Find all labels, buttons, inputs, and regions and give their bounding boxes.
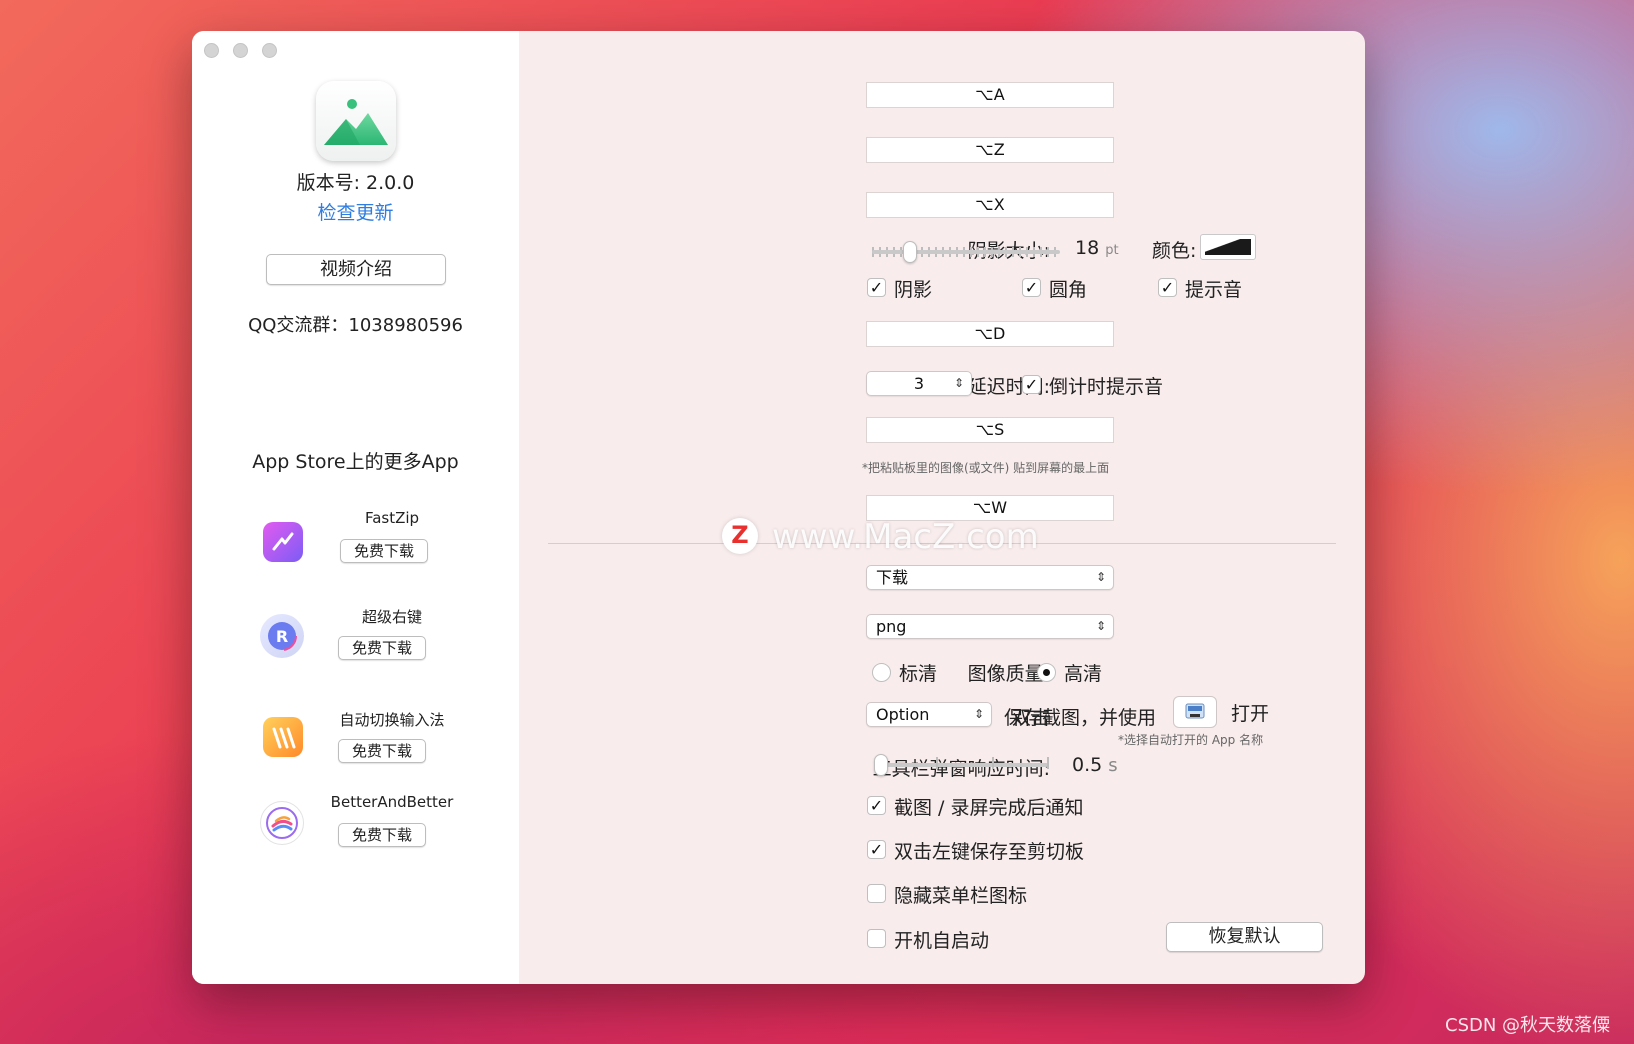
- slider-tick: [1047, 757, 1049, 769]
- toolbar-delay-unit: s: [1108, 755, 1118, 776]
- round-corner-checkbox-label: 圆角: [1049, 279, 1088, 301]
- minimize-window-button[interactable]: [233, 43, 248, 58]
- double-click-key-value: Option: [876, 705, 930, 724]
- quality-sd-radio[interactable]: [872, 663, 891, 682]
- open-note: *选择自动打开的 App 名称: [1118, 733, 1264, 747]
- chevron-updown-icon: ⇕: [1095, 570, 1106, 584]
- swirl-icon: [266, 807, 298, 839]
- autostart-label: 开机自启动: [894, 930, 990, 952]
- quality-label: 图像质量:: [967, 663, 1050, 685]
- select-area-shortcut-field[interactable]: ⌥A: [866, 82, 1114, 108]
- shadow-color-well[interactable]: [1200, 234, 1256, 260]
- close-window-button[interactable]: [204, 43, 219, 58]
- stepper-arrows-icon[interactable]: ⇕: [954, 372, 964, 395]
- lightning-icon: [272, 532, 294, 551]
- sound-checkbox[interactable]: ✓: [1158, 278, 1177, 297]
- hide-menu-icon-checkbox[interactable]: [867, 884, 886, 903]
- betterandbetter-download-button[interactable]: 免费下载: [338, 823, 426, 847]
- watermark-logo-letter: Z: [731, 521, 749, 549]
- delay-time-stepper[interactable]: 3 ⇕: [866, 371, 972, 396]
- shadow-size-value: 18 pt: [1075, 237, 1119, 259]
- save-path-value: 下载: [876, 568, 909, 587]
- shadow-checkbox-label: 阴影: [894, 279, 933, 301]
- slider-tick: [936, 757, 938, 769]
- countdown-sound-checkbox[interactable]: ✓: [1022, 375, 1041, 394]
- more-apps-title: App Store上的更多App: [252, 451, 459, 473]
- sound-checkbox-label: 提示音: [1185, 279, 1243, 301]
- mountain-image-icon: [324, 99, 388, 145]
- fastzip-download-button[interactable]: 免费下载: [340, 539, 428, 563]
- double-click-key-select[interactable]: Option ⇕: [866, 702, 992, 727]
- notify-checkbox[interactable]: ✓: [867, 796, 886, 815]
- countdown-sound-label: 倒计时提示音: [1049, 376, 1164, 398]
- app-name-betterandbetter: BetterAndBetter: [330, 793, 454, 811]
- r-letter-icon: R: [267, 621, 297, 651]
- open-text: 打开: [1231, 703, 1270, 725]
- save-path-select[interactable]: 下载 ⇕: [866, 565, 1114, 590]
- autostart-checkbox[interactable]: [867, 929, 886, 948]
- check-update-link[interactable]: 检查更新: [192, 198, 519, 225]
- app-name-fastzip: FastZip: [364, 509, 420, 527]
- format-select[interactable]: png ⇕: [866, 614, 1114, 639]
- app-name-input-switcher: 自动切换输入法: [339, 711, 445, 729]
- shadow-size-slider[interactable]: [872, 250, 1060, 254]
- toolbar-delay-slider-knob[interactable]: [874, 754, 888, 776]
- hide-menu-icon-label: 隐藏菜单栏图标: [894, 885, 1028, 907]
- chevron-updown-icon: ⇕: [973, 707, 984, 721]
- color-label: 颜色:: [1152, 240, 1197, 262]
- stripes-icon: [272, 727, 296, 749]
- shadow-checkbox[interactable]: ✓: [867, 278, 886, 297]
- paste-shortcut-field[interactable]: ⌥S: [866, 417, 1114, 443]
- watermark-text: www.MacZ.com: [772, 517, 1039, 557]
- super-right-click-download-button[interactable]: 免费下载: [338, 636, 426, 660]
- slider-tick: [992, 757, 994, 769]
- input-switcher-app-icon[interactable]: [263, 717, 303, 757]
- quality-hd-radio[interactable]: [1037, 663, 1056, 682]
- betterandbetter-app-icon[interactable]: [260, 801, 304, 845]
- toolbar-delay-label: 工具栏弹窗响应时间:: [872, 758, 1050, 780]
- shadow-size-slider-knob[interactable]: [902, 241, 917, 263]
- qq-group-label: QQ交流群：1038980596: [248, 315, 463, 336]
- notify-checkbox-label: 截图 / 录屏完成后通知: [894, 797, 1084, 819]
- format-value: png: [876, 617, 907, 636]
- video-intro-button[interactable]: 视频介绍: [266, 254, 446, 285]
- version-label: 版本号: 2.0.0: [296, 172, 415, 194]
- copy-clipboard-checkbox[interactable]: ✓: [867, 840, 886, 859]
- watermark-logo: Z: [722, 518, 758, 554]
- prev-area-shortcut-field[interactable]: ⌥X: [866, 192, 1114, 218]
- chevron-updown-icon: ⇕: [1095, 619, 1106, 633]
- delay-time-label: 延迟时间:: [967, 376, 1050, 398]
- app-name-super-right-click: 超级右键: [361, 608, 422, 626]
- shadow-color-swatch: [1205, 239, 1251, 255]
- quality-hd-label: 高清: [1064, 663, 1103, 685]
- save-with-text: 保存截图，并使用: [1004, 707, 1157, 729]
- copy-clipboard-checkbox-label: 双击左键保存至剪切板: [894, 841, 1085, 863]
- open-with-app-button[interactable]: [1173, 696, 1217, 728]
- delay-full-shortcut-field[interactable]: ⌥D: [866, 321, 1114, 347]
- svg-text:R: R: [276, 627, 288, 646]
- round-corner-checkbox[interactable]: ✓: [1022, 278, 1041, 297]
- super-right-click-app-icon[interactable]: R: [260, 614, 304, 658]
- sidebar: 版本号: 2.0.0 检查更新 视频介绍 QQ交流群：1038980596 Ap…: [192, 31, 519, 984]
- zoom-window-button[interactable]: [262, 43, 277, 58]
- delay-time-value: 3: [913, 374, 925, 393]
- fastzip-app-icon[interactable]: [263, 522, 303, 562]
- toolbar-delay-value: 0.5 s: [1072, 754, 1118, 776]
- window-shortcut-field[interactable]: ⌥Z: [866, 137, 1114, 163]
- preferences-window: 版本号: 2.0.0 检查更新 视频介绍 QQ交流群：1038980596 Ap…: [192, 31, 1365, 984]
- input-switcher-download-button[interactable]: 免费下载: [338, 739, 426, 763]
- corner-credit: CSDN @秋天数落僳: [1445, 1015, 1611, 1036]
- shadow-size-unit: pt: [1105, 243, 1119, 258]
- quality-sd-label: 标清: [899, 663, 938, 685]
- toolbar-delay-slider[interactable]: [880, 763, 1048, 767]
- reset-defaults-button[interactable]: 恢复默认: [1166, 922, 1323, 952]
- preview-app-icon: [1185, 703, 1205, 719]
- app-icon: [316, 81, 396, 161]
- paste-note: *把粘贴板里的图像(或文件) 贴到屏幕的最上面: [862, 461, 1110, 475]
